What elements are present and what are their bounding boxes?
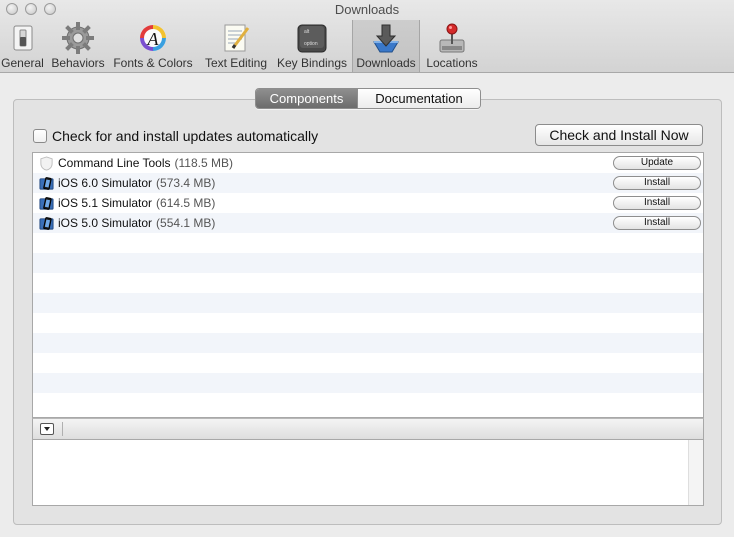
ios-simulator-icon xyxy=(39,217,54,230)
component-name: iOS 5.0 Simulator xyxy=(58,216,153,230)
title-toolbar: Downloads General Behaviors A Fonts & Co… xyxy=(0,0,734,73)
component-name: Command Line Tools xyxy=(58,156,171,170)
detail-scrollbar[interactable] xyxy=(688,440,703,505)
empty-row xyxy=(33,333,703,353)
check-and-install-now-button[interactable]: Check and Install Now xyxy=(535,124,703,146)
svg-text:A: A xyxy=(147,29,160,49)
toolbar-label: Fonts & Colors xyxy=(113,56,193,70)
toolbar-item-general[interactable]: General xyxy=(0,20,45,72)
divider xyxy=(62,422,63,436)
auto-update-checkbox[interactable] xyxy=(33,129,47,143)
downloads-icon xyxy=(373,24,399,53)
component-size: (554.1 MB) xyxy=(156,216,216,230)
install-button[interactable]: Install xyxy=(613,216,701,230)
tab-documentation[interactable]: Documentation xyxy=(357,89,480,108)
auto-update-option[interactable]: Check for and install updates automatica… xyxy=(33,128,318,144)
toolbar-label: Behaviors xyxy=(51,56,105,70)
component-size: (118.5 MB) xyxy=(174,156,233,170)
fonts-colors-icon: A xyxy=(140,25,166,51)
empty-row xyxy=(33,373,703,393)
disclosure-dropdown-icon[interactable] xyxy=(40,423,54,435)
component-row: iOS 5.1 Simulator (614.5 MB) Install xyxy=(33,193,703,213)
empty-row xyxy=(33,253,703,273)
empty-row xyxy=(33,393,703,413)
components-list: Command Line Tools (118.5 MB) Update iOS … xyxy=(32,152,704,418)
empty-row xyxy=(33,313,703,333)
empty-row xyxy=(33,353,703,373)
auto-update-label: Check for and install updates automatica… xyxy=(52,128,319,144)
component-row: Command Line Tools (118.5 MB) Update xyxy=(33,153,703,173)
component-size: (614.5 MB) xyxy=(156,196,216,210)
empty-row xyxy=(33,233,703,253)
locations-icon xyxy=(439,23,465,53)
component-name: iOS 5.1 Simulator xyxy=(58,196,153,210)
key-option-text: option xyxy=(304,41,318,47)
toolbar-label: Locations xyxy=(426,56,478,70)
preferences-window: Downloads General Behaviors A Fonts & Co… xyxy=(0,0,734,537)
install-button[interactable]: Install xyxy=(613,176,701,190)
gear-icon xyxy=(62,22,94,54)
toolbar-item-fonts-colors[interactable]: A Fonts & Colors xyxy=(112,20,194,72)
toolbar-item-text-editing[interactable]: Text Editing xyxy=(201,20,271,72)
component-name: iOS 6.0 Simulator xyxy=(58,176,153,190)
component-size: (573.4 MB) xyxy=(156,176,216,190)
ios-simulator-icon xyxy=(39,197,54,210)
toolbar-label: General xyxy=(1,56,44,70)
toolbar-label: Downloads xyxy=(356,56,416,70)
downloads-tabs: Components Documentation xyxy=(255,88,481,109)
component-row: iOS 6.0 Simulator (573.4 MB) Install xyxy=(33,173,703,193)
toolbar-item-key-bindings[interactable]: alt option Key Bindings xyxy=(275,20,349,72)
command-line-tools-icon xyxy=(40,156,53,171)
toolbar-label: Text Editing xyxy=(204,56,268,70)
toolbar-item-behaviors[interactable]: Behaviors xyxy=(49,20,107,72)
key-alt-text: alt xyxy=(304,29,310,35)
window-title: Downloads xyxy=(334,2,400,17)
general-switch-icon xyxy=(13,25,32,51)
toolbar-item-locations[interactable]: Locations xyxy=(424,20,480,72)
tab-components[interactable]: Components xyxy=(256,89,357,108)
ios-simulator-icon xyxy=(39,177,54,190)
update-button[interactable]: Update xyxy=(613,156,701,170)
toolbar-label: Key Bindings xyxy=(276,56,348,70)
toolbar-item-downloads[interactable]: Downloads xyxy=(352,20,420,72)
key-bindings-icon: alt option xyxy=(297,24,327,53)
component-row: iOS 5.0 Simulator (554.1 MB) Install xyxy=(33,213,703,233)
detail-text-area[interactable] xyxy=(32,440,704,506)
empty-row xyxy=(33,293,703,313)
text-editing-icon xyxy=(224,24,250,52)
list-action-bar xyxy=(32,418,704,440)
install-button[interactable]: Install xyxy=(613,196,701,210)
empty-row xyxy=(33,273,703,293)
